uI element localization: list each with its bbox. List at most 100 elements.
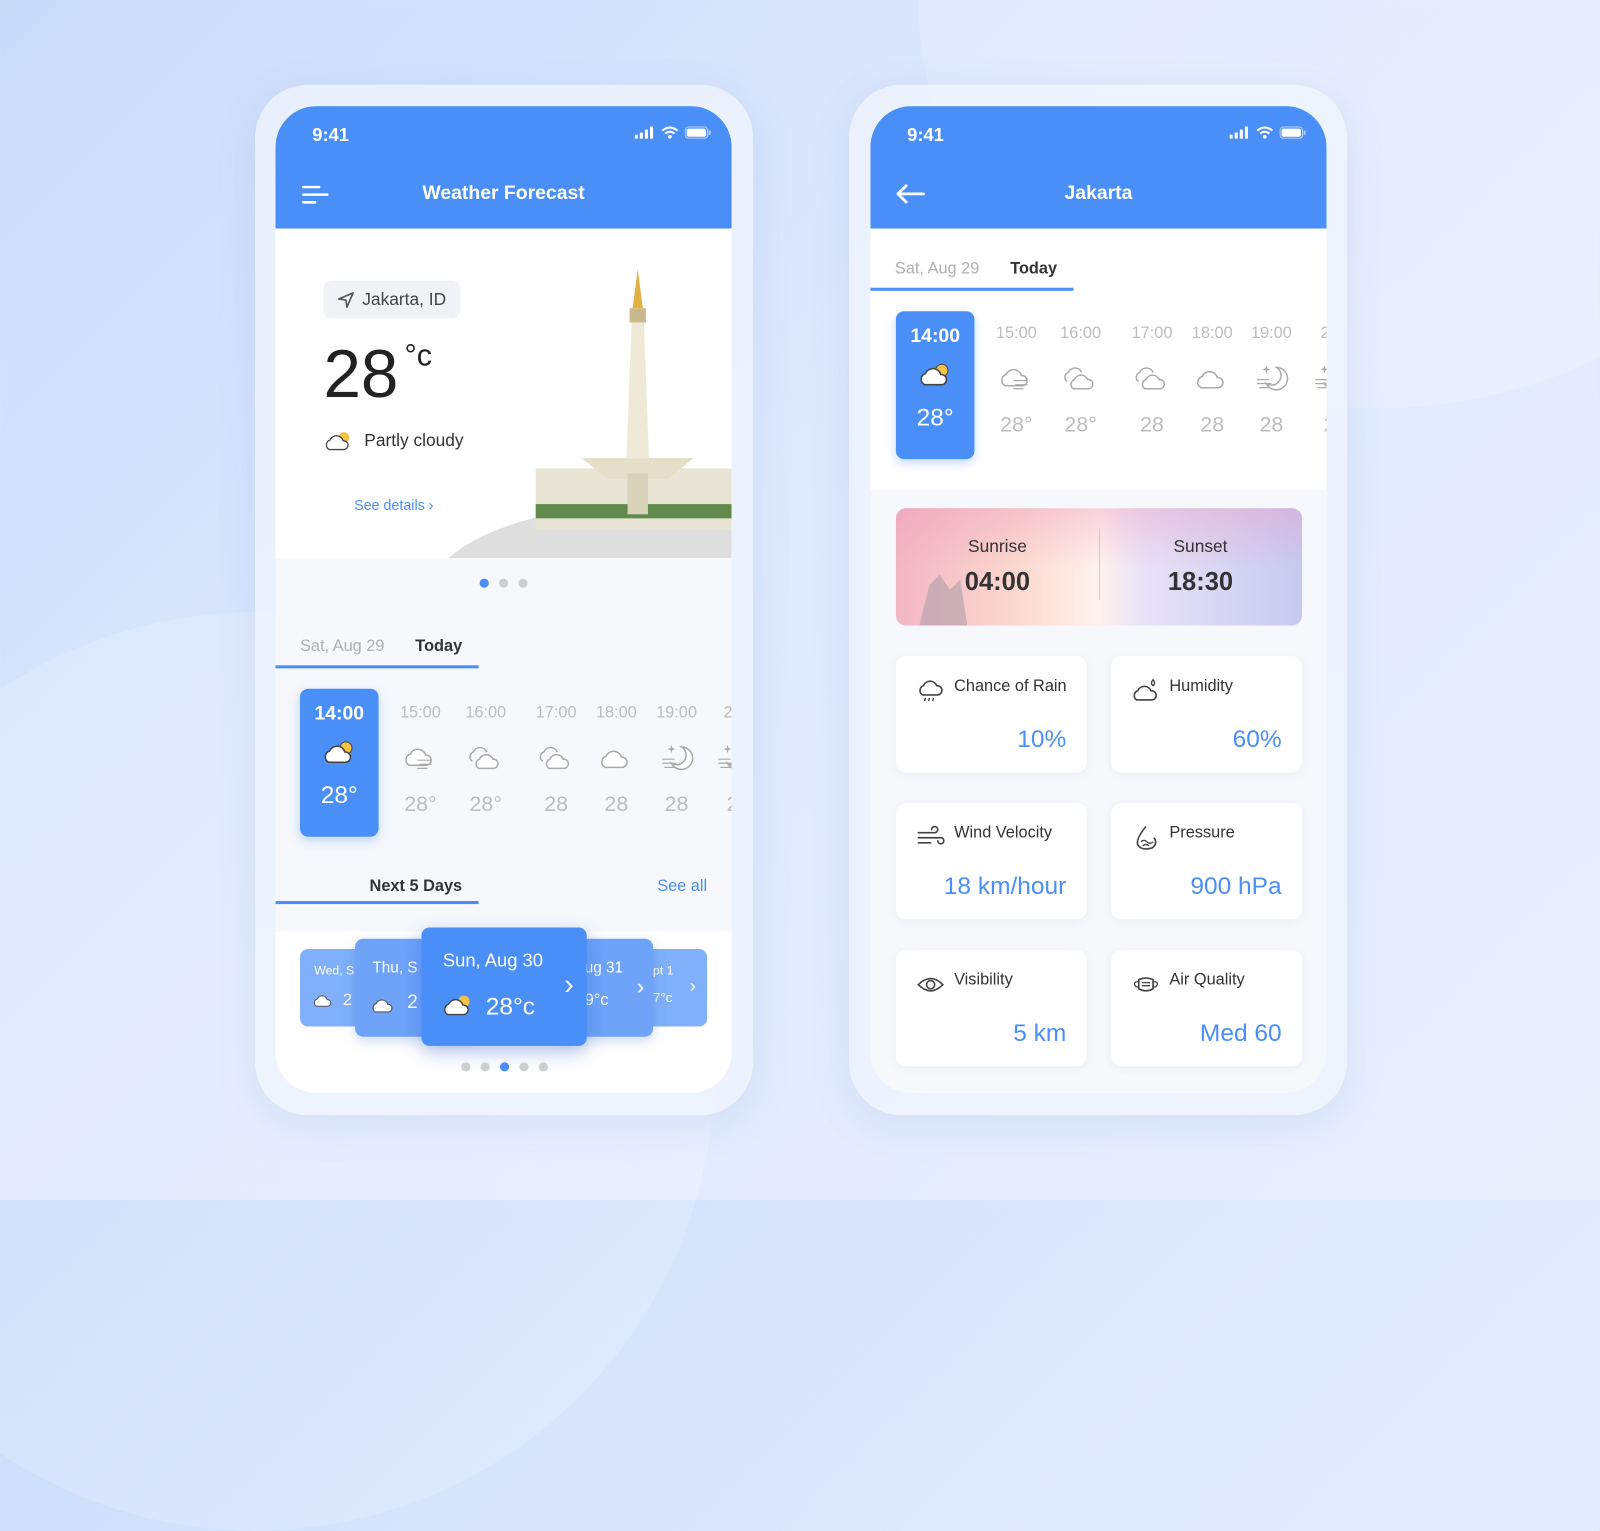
home-screen: 9:41 Weather Forecast Jakarta, ID 28 °c … bbox=[275, 106, 732, 1093]
hour-temp: 28° bbox=[1000, 413, 1033, 437]
wind-icon bbox=[917, 825, 945, 845]
days-pager-dot[interactable] bbox=[519, 1062, 529, 1072]
hour-time: 15:00 bbox=[995, 324, 1037, 342]
hourly-forecast: 14:00 28° 15:00 28° 16:00 28° 17:00 28 18:00 28 19… bbox=[276, 106, 732, 882]
hour-column[interactable]: 17:00 28 bbox=[526, 704, 587, 817]
hour-time: 17:00 bbox=[535, 704, 577, 722]
hour-column[interactable]: 19:00 28 bbox=[646, 704, 707, 817]
hour-temp: 28° bbox=[916, 404, 954, 432]
tab-underline bbox=[275, 901, 479, 905]
day-card-date: Wed, S bbox=[314, 963, 355, 978]
hour-column[interactable]: 20 2 bbox=[1299, 324, 1327, 437]
hour-column[interactable]: 15:00 28° bbox=[390, 704, 451, 817]
humidity-icon bbox=[1133, 678, 1157, 701]
hour-temp: 28° bbox=[320, 781, 358, 810]
hour-time: 17:00 bbox=[1131, 324, 1173, 342]
hour-column[interactable]: 16:00 28° bbox=[1050, 324, 1111, 437]
day-card-temp: 9°c bbox=[584, 991, 609, 1010]
hour-temp: 2 bbox=[702, 793, 732, 817]
day-card-temp: 28°c bbox=[485, 992, 535, 1021]
hour-temp: 28° bbox=[1064, 413, 1097, 437]
day-card-temp: 7°c bbox=[653, 989, 673, 1006]
eye-icon bbox=[917, 977, 945, 992]
hour-time: 15:00 bbox=[399, 704, 441, 722]
hour-time: 20 bbox=[1299, 324, 1326, 342]
day-card-date: ug 31 bbox=[584, 959, 624, 977]
stat-value: 10% bbox=[1017, 725, 1067, 754]
cloud-icon bbox=[601, 750, 628, 769]
stat-card-pressure: Pressure 900 hPa bbox=[1111, 803, 1303, 920]
hour-temp: 28 bbox=[1200, 413, 1225, 437]
hour-time: 16:00 bbox=[465, 704, 507, 722]
hourly-forecast: 14:00 28° 15:00 28° 16:00 28° 17:00 28 18:00 28 19… bbox=[870, 106, 1327, 494]
cloud-icon bbox=[372, 999, 393, 1013]
stat-label: Chance of Rain bbox=[954, 677, 1067, 695]
hour-card-active[interactable]: 14:00 28° bbox=[299, 688, 379, 837]
stat-card-visibility: Visibility 5 km bbox=[895, 949, 1087, 1067]
hour-column[interactable]: 17:00 28 bbox=[1121, 324, 1182, 437]
clouds-icon bbox=[1135, 367, 1166, 390]
pressure-icon bbox=[1136, 826, 1157, 850]
hour-temp: 28 bbox=[544, 792, 569, 817]
cloud-icon bbox=[1197, 370, 1224, 389]
night-moon-icon bbox=[1257, 365, 1289, 391]
hour-time: 19:00 bbox=[656, 704, 697, 722]
day-card-temp: 2 bbox=[342, 991, 352, 1010]
sun-card: Sunrise 04:00 Sunset 18:30 bbox=[895, 508, 1303, 626]
hour-column[interactable]: 18:00 28 bbox=[1182, 324, 1243, 437]
days-pager-dot[interactable] bbox=[461, 1062, 471, 1072]
stat-value: 900 hPa bbox=[1190, 872, 1282, 900]
hour-time: 18:00 bbox=[1191, 324, 1233, 342]
days-pager-dot[interactable] bbox=[538, 1062, 548, 1072]
rain-cloud-icon bbox=[919, 680, 943, 702]
stat-card-rain: Chance of Rain 10% bbox=[895, 656, 1087, 773]
clouds-icon bbox=[1064, 367, 1094, 390]
hour-temp: 28 bbox=[1140, 413, 1164, 437]
hour-time: 14:00 bbox=[314, 703, 365, 725]
day-card-date: Thu, S bbox=[372, 959, 418, 977]
sunrise-label: Sunrise bbox=[968, 536, 1027, 557]
sunrise-time: 04:00 bbox=[964, 567, 1031, 596]
stat-label: Humidity bbox=[1169, 677, 1233, 695]
hour-temp: 28 bbox=[1259, 413, 1284, 437]
days-pager-dot[interactable] bbox=[499, 1062, 510, 1072]
hour-time: 18:00 bbox=[595, 704, 637, 722]
hour-column[interactable]: 18:00 28 bbox=[586, 704, 647, 817]
hour-card-active[interactable]: 14:00 28° bbox=[895, 311, 975, 460]
hour-column[interactable]: 16:00 28° bbox=[455, 704, 516, 817]
stat-label: Visibility bbox=[954, 971, 1013, 989]
days-pager-dot[interactable] bbox=[480, 1062, 490, 1072]
partly-cloudy-icon bbox=[444, 995, 470, 1016]
hour-temp: 28° bbox=[469, 792, 502, 817]
see-all-link[interactable]: See all bbox=[657, 878, 707, 896]
windy-cloud-icon bbox=[313, 995, 332, 1007]
hour-temp: 2 bbox=[1299, 413, 1327, 437]
hour-column[interactable]: 19:00 28 bbox=[1241, 324, 1302, 437]
sunset-label: Sunset bbox=[1173, 536, 1228, 557]
sunset-time: 18:30 bbox=[1167, 567, 1234, 596]
stat-value: 60% bbox=[1232, 725, 1282, 754]
detail-screen: 9:41 Jakarta Sat, Aug 29 Today 14:00 28° 1… bbox=[870, 106, 1327, 1093]
next-days-tab: Next 5 Days bbox=[275, 878, 479, 905]
windy-cloud-icon bbox=[1001, 368, 1028, 390]
hour-time: 20 bbox=[702, 704, 732, 722]
stat-card-air-quality: Air Quality Med 60 bbox=[1111, 949, 1303, 1067]
hour-column[interactable]: 15:00 28° bbox=[986, 324, 1047, 437]
day-card-date: Sun, Aug 30 bbox=[442, 949, 543, 971]
chevron-right-icon[interactable]: › bbox=[564, 968, 574, 1001]
next-days-title[interactable]: Next 5 Days bbox=[276, 878, 479, 896]
partly-cloudy-icon bbox=[324, 741, 353, 764]
chevron-right-icon: › bbox=[636, 973, 645, 999]
stat-value: Med 60 bbox=[1199, 1019, 1282, 1047]
day-card-active[interactable]: Sun, Aug 30 28°c › bbox=[421, 927, 587, 1046]
stat-label: Pressure bbox=[1169, 824, 1235, 842]
night-moon-icon bbox=[662, 744, 694, 771]
day-card-date: pt 1 bbox=[653, 963, 674, 978]
stat-value: 18 km/hour bbox=[943, 872, 1067, 900]
stat-label: Wind Velocity bbox=[954, 824, 1053, 842]
hour-column[interactable]: 20 2 bbox=[702, 704, 732, 817]
hour-time: 14:00 bbox=[910, 325, 960, 347]
stat-card-humidity: Humidity 60% bbox=[1111, 656, 1303, 773]
hour-time: 16:00 bbox=[1060, 324, 1102, 342]
hour-temp: 28° bbox=[404, 792, 437, 817]
